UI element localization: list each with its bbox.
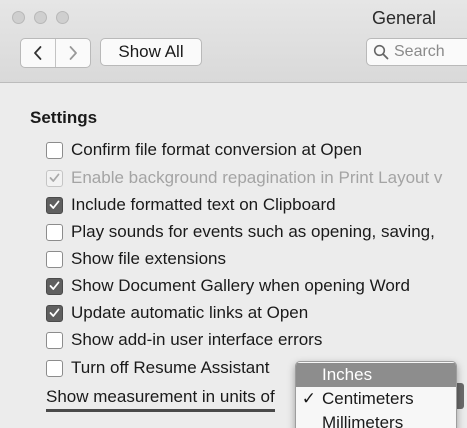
setting-label: Update automatic links at Open <box>71 303 309 322</box>
measurement-units-label: Show measurement in units of <box>46 387 275 412</box>
menu-checkmark: ✓ <box>301 389 316 408</box>
setting-label: Include formatted text on Clipboard <box>71 195 336 214</box>
menu-option-label: Centimeters <box>322 389 414 408</box>
checkmark-icon <box>49 200 60 209</box>
chevron-left-icon <box>34 46 42 60</box>
checkmark-icon <box>49 173 60 182</box>
settings-heading: Settings <box>30 108 98 127</box>
setting-label: Enable background repagination in Print … <box>71 168 443 187</box>
checkbox[interactable] <box>46 196 63 214</box>
forward-button[interactable] <box>55 39 90 67</box>
window-title: General <box>372 8 437 28</box>
menu-option-label: Inches <box>322 365 373 384</box>
setting-update-links[interactable]: Update automatic links at Open <box>46 302 308 324</box>
setting-resume-assistant[interactable]: Turn off Resume Assistant <box>46 357 269 379</box>
checkbox[interactable] <box>46 277 63 295</box>
units-dropdown-menu: Inches ✓ Centimeters Millimeters <box>295 361 457 428</box>
checkbox[interactable] <box>46 250 63 268</box>
title-bar: General Show All <box>0 0 467 83</box>
back-button[interactable] <box>21 39 55 67</box>
navigation-buttons <box>20 38 91 68</box>
checkbox[interactable] <box>46 223 63 241</box>
checkbox[interactable] <box>46 304 63 322</box>
search-icon <box>373 44 389 60</box>
checkbox[interactable] <box>46 359 63 377</box>
zoom-window-button[interactable] <box>56 11 69 24</box>
setting-include-formatted-text[interactable]: Include formatted text on Clipboard <box>46 194 336 216</box>
setting-label: Show file extensions <box>71 249 226 268</box>
menu-option-centimeters[interactable]: ✓ Centimeters <box>296 387 456 411</box>
setting-show-document-gallery[interactable]: Show Document Gallery when opening Word <box>46 275 410 297</box>
close-window-button[interactable] <box>12 11 25 24</box>
setting-label: Show Document Gallery when opening Word <box>71 276 410 295</box>
checkbox[interactable] <box>46 331 63 349</box>
minimize-window-button[interactable] <box>34 11 47 24</box>
setting-label: Play sounds for events such as opening, … <box>71 222 435 241</box>
menu-option-label: Millimeters <box>322 413 404 428</box>
checkmark-icon <box>49 308 60 317</box>
setting-label: Confirm file format conversion at Open <box>71 140 363 159</box>
setting-label: Show add-in user interface errors <box>71 330 323 349</box>
search-field[interactable] <box>366 38 467 66</box>
checkbox[interactable] <box>46 141 63 159</box>
setting-show-file-extensions[interactable]: Show file extensions <box>46 248 226 270</box>
chevron-right-icon <box>69 46 77 60</box>
preferences-window: General Show All Settings <box>0 0 467 428</box>
menu-option-inches[interactable]: Inches <box>296 363 456 387</box>
show-all-button[interactable]: Show All <box>100 38 202 66</box>
checkbox <box>46 169 63 187</box>
setting-addin-errors[interactable]: Show add-in user interface errors <box>46 329 322 351</box>
setting-play-sounds[interactable]: Play sounds for events such as opening, … <box>46 221 435 243</box>
menu-option-millimeters[interactable]: Millimeters <box>296 411 456 428</box>
setting-background-repagination: Enable background repagination in Print … <box>46 167 442 189</box>
setting-confirm-conversion[interactable]: Confirm file format conversion at Open <box>46 139 362 161</box>
setting-label: Turn off Resume Assistant <box>71 358 270 377</box>
checkmark-icon <box>49 281 60 290</box>
search-input[interactable] <box>394 41 467 63</box>
